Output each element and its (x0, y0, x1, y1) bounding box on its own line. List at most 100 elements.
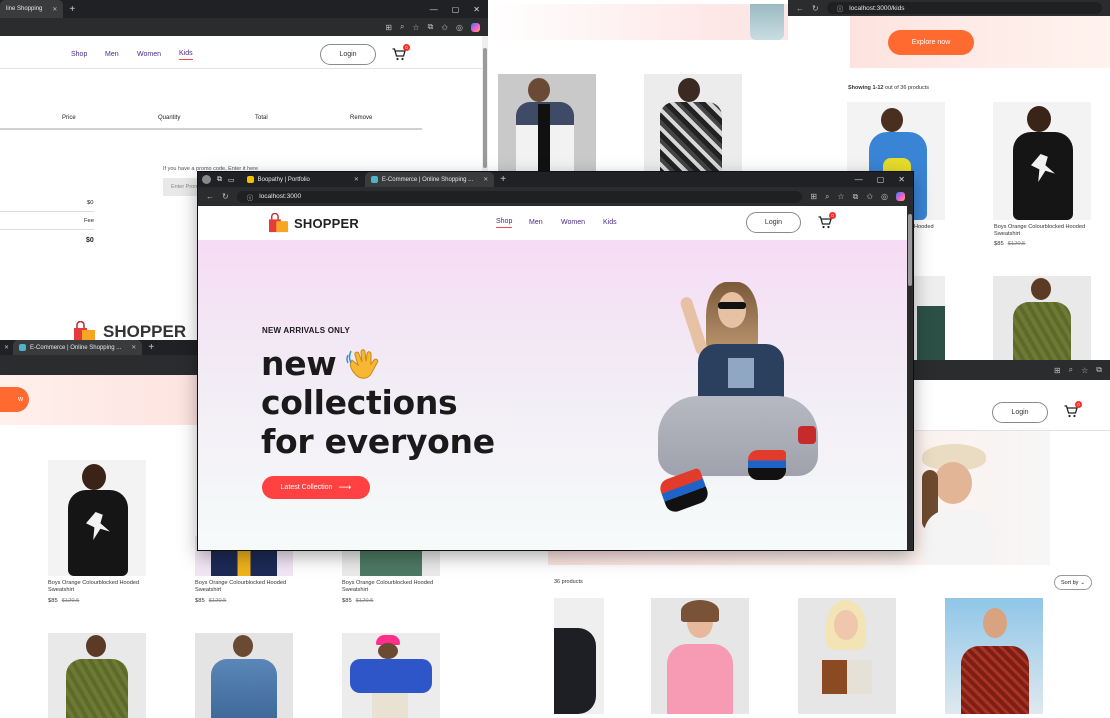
banner-jacket-image (750, 4, 784, 40)
old-price: $120.5 (355, 598, 374, 604)
cart-icon[interactable]: 0 (818, 212, 836, 229)
new-tab-icon[interactable]: + (494, 174, 512, 185)
back-icon[interactable]: ← (206, 192, 214, 201)
url-field[interactable]: ⓘ localhost:3000/kids (826, 2, 1102, 14)
cart-icon[interactable]: 0 (392, 44, 410, 61)
copilot-icon[interactable] (896, 192, 905, 201)
new-tab-icon[interactable]: + (63, 4, 81, 15)
totals-divider (0, 229, 94, 230)
back-icon[interactable]: ← (796, 4, 804, 13)
nav-shop[interactable]: Shop (71, 51, 87, 58)
tab-ecommerce[interactable]: E-Commerce | Online Shopping ... ✕ (364, 172, 495, 187)
cart-icon[interactable]: 0 (1064, 401, 1082, 418)
new-tab-icon[interactable]: + (142, 342, 160, 353)
zoom-icon[interactable]: ⌕ (1069, 365, 1073, 375)
maximize-icon[interactable]: ▢ (452, 5, 460, 14)
profile-icon[interactable]: ◎ (456, 23, 463, 32)
close-window-icon[interactable]: ✕ (898, 175, 905, 184)
product-image-white-jacket[interactable] (498, 74, 596, 174)
login-button[interactable]: Login (320, 44, 376, 65)
showing-range: Showing 1-12 (848, 85, 884, 91)
extensions-icon[interactable]: ⧉ (853, 192, 859, 202)
tab-close-icon[interactable]: ✕ (0, 344, 13, 351)
star-icon[interactable]: ☆ (837, 192, 844, 201)
zoom-icon[interactable]: ⌕ (400, 22, 404, 32)
face-shape (983, 608, 1007, 638)
hair-shape (681, 600, 719, 622)
subtotal-value: $0 (87, 200, 94, 206)
person-figure (1031, 278, 1051, 300)
nav-men[interactable]: Men (529, 219, 543, 226)
old-price: $120.5 (1007, 241, 1026, 247)
profile-icon[interactable]: ◎ (881, 192, 888, 201)
reload-icon[interactable]: ↻ (812, 4, 819, 13)
brand-logo[interactable]: SHOPPER (268, 213, 359, 233)
star-icon[interactable]: ☆ (1081, 366, 1088, 375)
minimize-icon[interactable]: — (855, 175, 863, 184)
tab-portfolio[interactable]: Boopathy | Portfolio ✕ (241, 172, 365, 187)
profile-icon[interactable] (202, 175, 211, 184)
login-button[interactable]: Login (992, 402, 1048, 423)
product-image-pink-top[interactable] (651, 598, 749, 714)
product-image-olive-jacket[interactable] (48, 633, 146, 718)
tab-actions-icon[interactable]: ▭ (228, 176, 235, 184)
login-button[interactable]: Login (746, 212, 801, 233)
showing-rest: out of 36 products (883, 85, 930, 91)
nav-women[interactable]: Women (137, 51, 161, 58)
nav-shop[interactable]: Shop (496, 218, 513, 228)
zoom-icon[interactable]: ⌕ (825, 192, 829, 202)
nav-kids[interactable]: Kids (603, 219, 617, 226)
hero-section: NEW ARRIVALS ONLY new collections for ev… (198, 240, 907, 550)
star-icon[interactable]: ☆ (412, 23, 419, 32)
favorites-icon[interactable]: ✩ (866, 192, 873, 201)
product-name[interactable]: Boys Orange Colourblocked Hooded Sweatshi… (342, 580, 433, 594)
scrollbar-thumb[interactable] (483, 48, 487, 168)
scrollbar-thumb[interactable] (908, 214, 912, 286)
workspaces-icon[interactable]: ⧉ (217, 176, 222, 184)
minimize-icon[interactable]: — (430, 5, 438, 14)
product-name-line2: Sweatshirt (994, 230, 1021, 237)
close-icon[interactable]: ✕ (131, 344, 136, 351)
product-name[interactable]: Boys Orange Colourblocked Hooded Sweatshi… (48, 580, 139, 594)
product-name[interactable]: Boys Orange Colourblocked Hooded Sweatshi… (195, 580, 286, 594)
url-text: localhost:3000/kids (849, 4, 905, 12)
close-icon[interactable]: ✕ (354, 176, 359, 183)
product-image-brown-top[interactable] (798, 598, 896, 714)
explore-now-button[interactable]: Explore now (888, 30, 974, 55)
nav-kids[interactable]: Kids (179, 50, 193, 60)
grid-icon[interactable]: ⊞ (1054, 366, 1061, 375)
product-image-printed-jacket[interactable] (644, 74, 742, 174)
tab-ecommerce[interactable]: line Shopping ✕ (0, 0, 64, 18)
reload-icon[interactable]: ↻ (222, 192, 229, 201)
product-image-denim-jacket[interactable] (195, 633, 293, 718)
grid-icon[interactable]: ⊞ (810, 192, 817, 201)
tab-ecommerce[interactable]: E-Commerce | Online Shopping ... ✕ (13, 340, 143, 355)
close-window-icon[interactable]: ✕ (473, 5, 480, 14)
product-image-blue-sweatshirt[interactable] (342, 633, 440, 718)
nav-men[interactable]: Men (105, 51, 119, 58)
product-image-black-hoodie[interactable] (48, 460, 146, 576)
cart-count-badge: 0 (403, 44, 410, 51)
grid-icon[interactable]: ⊞ (385, 23, 392, 32)
sort-dropdown[interactable]: Sort by ⌄ (1054, 575, 1092, 590)
nav-women[interactable]: Women (561, 219, 585, 226)
product-image-olive-jacket[interactable] (993, 276, 1091, 360)
hero-line3-text: for everyone (261, 422, 495, 461)
extensions-icon[interactable]: ⧉ (1096, 365, 1102, 375)
favorites-icon[interactable]: ✩ (441, 23, 448, 32)
explore-now-button[interactable]: w (0, 387, 29, 412)
close-icon[interactable]: ✕ (52, 6, 57, 13)
copilot-icon[interactable] (471, 22, 480, 32)
product-name[interactable]: Boys Orange Colourblocked Hooded Sweatshi… (994, 224, 1085, 238)
maximize-icon[interactable]: ▢ (877, 175, 885, 184)
close-icon[interactable]: ✕ (483, 176, 488, 183)
extensions-icon[interactable]: ⧉ (428, 22, 434, 32)
product-image-black-hoodie[interactable] (993, 102, 1091, 220)
product-image-dark-jacket[interactable] (554, 598, 604, 714)
latest-collection-button[interactable]: Latest Collection ⟶ (262, 476, 370, 499)
product-name-partial[interactable]: Hooded (914, 224, 934, 231)
product-image-red-dress[interactable] (945, 598, 1043, 714)
product-image-green-hoodie[interactable] (342, 550, 440, 576)
jacket-shape (660, 102, 722, 174)
url-field[interactable]: ⓘ localhost:3000 (236, 190, 803, 203)
